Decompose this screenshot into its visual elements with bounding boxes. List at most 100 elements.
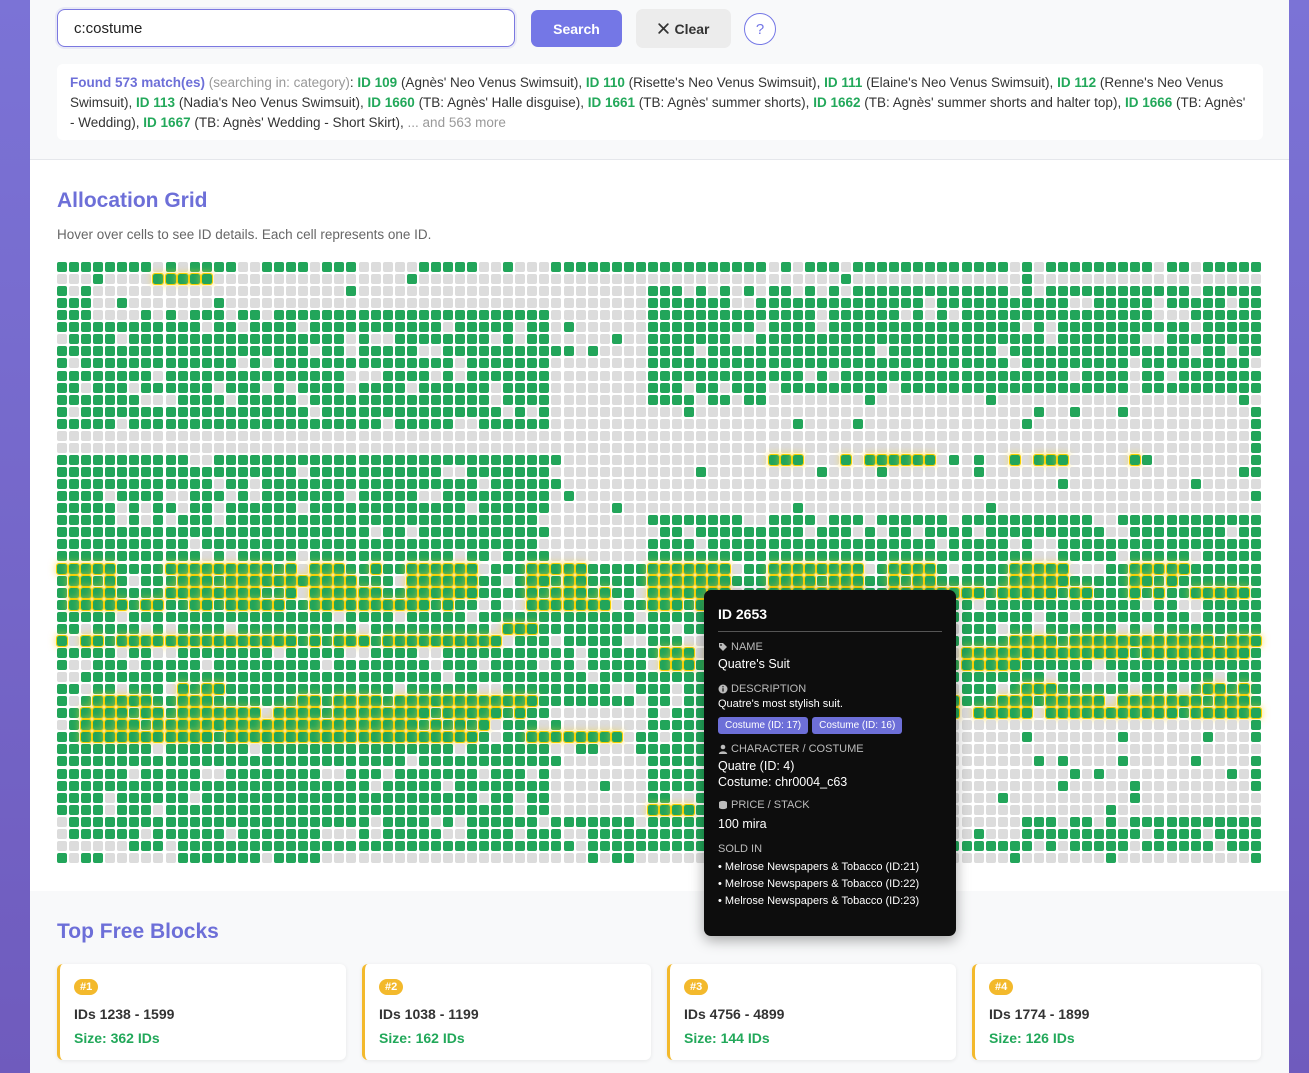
grid-cell[interactable]	[164, 634, 177, 647]
grid-cell[interactable]	[177, 756, 188, 767]
grid-cell[interactable]	[249, 430, 260, 441]
grid-cell[interactable]	[454, 672, 465, 683]
grid-cell[interactable]	[985, 599, 996, 610]
grid-cell[interactable]	[792, 551, 803, 562]
grid-cell[interactable]	[418, 840, 429, 851]
grid-cell[interactable]	[406, 756, 417, 767]
grid-cell[interactable]	[985, 539, 996, 550]
grid-cell[interactable]	[153, 515, 164, 526]
grid-cell[interactable]	[310, 792, 321, 803]
grid-cell[interactable]	[767, 574, 780, 587]
grid-cell[interactable]	[1082, 286, 1093, 297]
grid-cell[interactable]	[852, 286, 863, 297]
grid-cell[interactable]	[188, 634, 201, 647]
grid-cell[interactable]	[623, 454, 634, 465]
grid-cell[interactable]	[213, 575, 224, 586]
grid-cell[interactable]	[454, 659, 465, 670]
grid-cell[interactable]	[611, 310, 622, 321]
grid-cell[interactable]	[1033, 551, 1044, 562]
grid-cell[interactable]	[237, 611, 248, 622]
grid-cell[interactable]	[985, 840, 996, 851]
grid-cell[interactable]	[1250, 358, 1261, 369]
grid-cell[interactable]	[442, 430, 453, 441]
grid-cell[interactable]	[1166, 744, 1177, 755]
grid-cell[interactable]	[262, 286, 273, 297]
grid-cell[interactable]	[467, 322, 478, 333]
grid-cell[interactable]	[418, 804, 429, 815]
grid-cell[interactable]	[262, 696, 273, 707]
grid-cell[interactable]	[1202, 310, 1213, 321]
grid-cell[interactable]	[1094, 756, 1105, 767]
grid-cell[interactable]	[563, 334, 574, 345]
grid-cell[interactable]	[140, 731, 153, 744]
grid-cell[interactable]	[189, 551, 200, 562]
grid-cell[interactable]	[937, 322, 948, 333]
grid-cell[interactable]	[1166, 816, 1177, 827]
grid-cell[interactable]	[961, 503, 972, 514]
grid-cell[interactable]	[93, 647, 104, 658]
grid-cell[interactable]	[780, 322, 791, 333]
grid-cell[interactable]	[1021, 479, 1032, 490]
grid-cell[interactable]	[261, 598, 274, 611]
grid-cell[interactable]	[310, 816, 321, 827]
grid-cell[interactable]	[913, 322, 924, 333]
grid-cell[interactable]	[913, 539, 924, 550]
grid-cell[interactable]	[153, 430, 164, 441]
grid-cell[interactable]	[840, 310, 851, 321]
grid-cell[interactable]	[479, 322, 490, 333]
grid-cell[interactable]	[792, 262, 803, 272]
grid-cell[interactable]	[57, 430, 67, 441]
grid-cell[interactable]	[997, 672, 1008, 683]
grid-cell[interactable]	[527, 780, 538, 791]
grid-cell[interactable]	[418, 551, 429, 562]
grid-cell[interactable]	[925, 539, 936, 550]
grid-cell[interactable]	[1166, 587, 1177, 598]
grid-cell[interactable]	[708, 322, 719, 333]
grid-cell[interactable]	[1009, 418, 1020, 429]
grid-cell[interactable]	[430, 382, 441, 393]
grid-cell[interactable]	[1094, 587, 1105, 598]
grid-cell[interactable]	[889, 479, 900, 490]
grid-cell[interactable]	[334, 623, 345, 634]
grid-cell[interactable]	[816, 310, 827, 321]
grid-cell[interactable]	[515, 539, 526, 550]
grid-cell[interactable]	[1009, 551, 1020, 562]
grid-cell[interactable]	[370, 768, 381, 779]
grid-cell[interactable]	[418, 430, 429, 441]
grid-cell[interactable]	[1202, 479, 1213, 490]
grid-cell[interactable]	[684, 635, 695, 646]
grid-cell[interactable]	[744, 286, 755, 297]
grid-cell[interactable]	[249, 467, 260, 478]
grid-cell[interactable]	[213, 442, 224, 453]
grid-cell[interactable]	[720, 418, 731, 429]
grid-cell[interactable]	[177, 442, 188, 453]
grid-cell[interactable]	[346, 744, 357, 755]
grid-cell[interactable]	[249, 382, 260, 393]
grid-cell[interactable]	[117, 274, 128, 285]
grid-cell[interactable]	[1201, 646, 1214, 659]
grid-cell[interactable]	[370, 322, 381, 333]
grid-cell[interactable]	[81, 780, 92, 791]
grid-cell[interactable]	[117, 430, 128, 441]
grid-cell[interactable]	[527, 418, 538, 429]
grid-cell[interactable]	[478, 634, 491, 647]
grid-cell[interactable]	[684, 406, 695, 417]
grid-cell[interactable]	[105, 406, 116, 417]
grid-cell[interactable]	[357, 586, 370, 599]
grid-cell[interactable]	[453, 634, 466, 647]
grid-cell[interactable]	[201, 611, 212, 622]
grid-cell[interactable]	[1190, 454, 1201, 465]
grid-cell[interactable]	[418, 334, 429, 345]
grid-cell[interactable]	[165, 840, 176, 851]
grid-cell[interactable]	[298, 659, 309, 670]
grid-cell[interactable]	[382, 406, 393, 417]
grid-cell[interactable]	[453, 695, 466, 708]
grid-cell[interactable]	[611, 418, 622, 429]
grid-cell[interactable]	[1226, 611, 1237, 622]
grid-cell[interactable]	[1178, 840, 1189, 851]
grid-cell[interactable]	[744, 418, 755, 429]
grid-cell[interactable]	[418, 418, 429, 429]
grid-cell[interactable]	[177, 503, 188, 514]
grid-cell[interactable]	[780, 418, 791, 429]
grid-cell[interactable]	[539, 623, 550, 634]
